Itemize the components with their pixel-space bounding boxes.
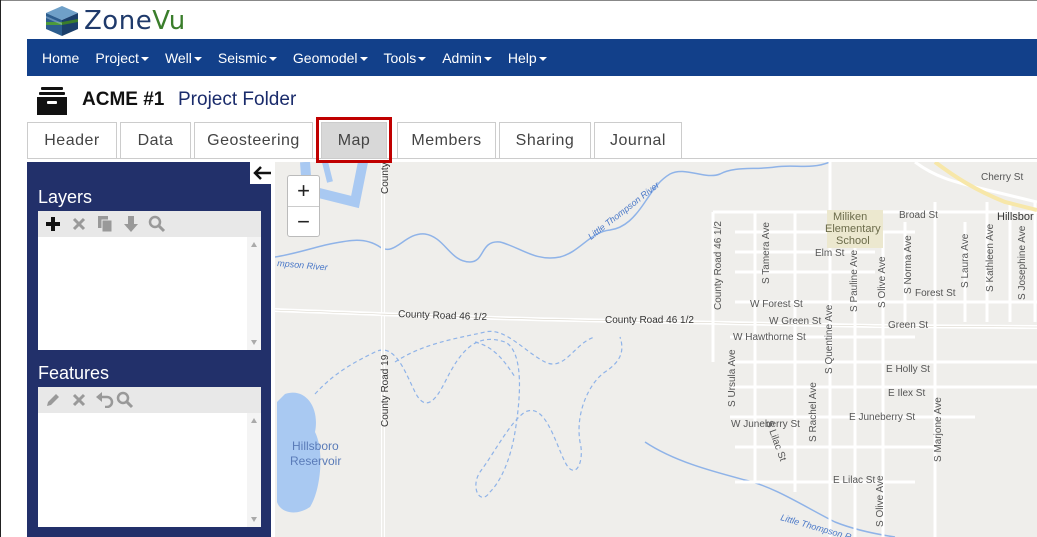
label-street: S Laura Ave	[960, 233, 971, 288]
tab-header[interactable]: Header	[27, 122, 117, 158]
label-street: S Josephine Ave	[1017, 225, 1028, 300]
caret-down-icon	[140, 56, 149, 61]
left-border	[0, 0, 1, 537]
tabs-divider	[27, 158, 1037, 159]
nav-help[interactable]: Help	[500, 39, 555, 76]
label-street: S Pauline Ave	[849, 249, 860, 312]
search-layer-icon[interactable]	[146, 213, 168, 235]
caret-down-icon	[483, 56, 492, 61]
features-scrollbar[interactable]	[247, 413, 261, 527]
tab-geosteering[interactable]: Geosteering	[194, 122, 313, 158]
delete-layer-icon[interactable]	[68, 213, 90, 235]
tab-map[interactable]: Map	[316, 117, 392, 163]
map-zoom-control: + −	[287, 175, 320, 237]
nav-well[interactable]: Well	[157, 39, 210, 76]
label-street: S Kathleen Ave	[985, 223, 996, 292]
nav-project[interactable]: Project	[87, 39, 157, 76]
project-folder-icon	[37, 87, 67, 115]
features-title: Features	[38, 363, 110, 383]
app-logo[interactable]: ZoneVu	[44, 4, 186, 38]
label-county-road-46: County Road 46 1/2	[605, 315, 694, 326]
label-street: E Juneberry St	[849, 412, 915, 423]
label-street: W Forest St	[750, 299, 803, 310]
delete-feature-icon[interactable]	[68, 389, 90, 411]
label-hillsboro-reservoir: Hillsboro	[292, 439, 339, 453]
label-street: S Quentine Ave	[824, 304, 835, 374]
layers-scrollbar[interactable]	[247, 237, 261, 350]
label-county-road-19: County Road 19	[380, 354, 391, 427]
nav-home[interactable]: Home	[27, 39, 87, 76]
caret-down-icon	[538, 56, 547, 61]
caret-down-icon	[193, 56, 202, 61]
collapse-sidebar-arrow-icon[interactable]	[250, 162, 274, 184]
tab-members[interactable]: Members	[397, 122, 496, 158]
label-street: S Tamera Ave	[761, 222, 772, 284]
caret-down-icon	[359, 56, 368, 61]
label-little-thompson-river: Little Thompson River	[586, 179, 662, 241]
nav-geomodel[interactable]: Geomodel	[285, 39, 376, 76]
app-title: ZoneVu	[84, 6, 186, 36]
tab-journal[interactable]: Journal	[594, 122, 682, 158]
label-county: County	[380, 162, 391, 194]
top-border	[0, 0, 1037, 1]
label-street: Elm St	[815, 248, 845, 259]
zoom-out-button[interactable]: −	[288, 207, 319, 237]
caret-down-icon	[268, 56, 277, 61]
label-street: S Olive Ave	[875, 475, 886, 527]
label-street: E Lilac St	[833, 475, 875, 486]
zoom-in-button[interactable]: +	[288, 176, 319, 207]
add-layer-icon[interactable]	[42, 213, 64, 235]
label-street: County Road 46 1/2	[713, 221, 724, 310]
features-toolbar	[38, 387, 261, 413]
features-list[interactable]	[38, 413, 261, 527]
label-street: S Olive Ave	[877, 256, 888, 308]
label-street: S Marjone Ave	[933, 397, 944, 462]
label-street: S Norma Ave	[903, 235, 914, 294]
label-hillsboro-reservoir: Reservoir	[290, 454, 341, 468]
label-street: Broad St	[899, 210, 938, 221]
main-nav: Home Project Well Seismic Geomodel Tools…	[27, 39, 1037, 76]
label-school: Elementary	[825, 223, 881, 235]
project-subtitle: Project Folder	[178, 89, 297, 110]
layers-toolbar	[38, 211, 261, 237]
label-street: S Rachel Ave	[808, 382, 819, 442]
label-thompson-river: mpson River	[277, 258, 329, 272]
edit-feature-icon[interactable]	[42, 389, 64, 411]
label-school: School	[836, 235, 870, 247]
search-feature-icon[interactable]	[114, 389, 136, 411]
nav-tools[interactable]: Tools	[376, 39, 435, 76]
zonevu-cube-icon	[46, 6, 78, 36]
map-canvas[interactable]: County Road 46 1/2 County Road 46 1/2 Co…	[275, 162, 1037, 537]
label-county-road-46: County Road 46 1/2	[398, 309, 488, 323]
copy-layer-icon[interactable]	[94, 213, 116, 235]
label-street: S Ursula Ave	[727, 349, 738, 407]
label-street: W Green St	[769, 316, 821, 327]
tab-data[interactable]: Data	[120, 122, 191, 158]
download-layer-icon[interactable]	[120, 213, 142, 235]
layers-list[interactable]	[38, 237, 261, 350]
nav-seismic[interactable]: Seismic	[210, 39, 285, 76]
undo-feature-icon[interactable]	[94, 389, 116, 411]
map-sidebar: Layers Features	[27, 162, 271, 537]
project-name: ACME #1	[82, 89, 165, 110]
layers-title: Layers	[38, 187, 93, 207]
tab-sharing[interactable]: Sharing	[499, 122, 591, 158]
label-street: Cherry St	[981, 172, 1023, 183]
label-street: E Holly St	[886, 364, 930, 375]
label-street: E Ilex St	[888, 388, 925, 399]
label-street: Green St	[888, 320, 928, 331]
caret-down-icon	[418, 56, 427, 61]
nav-admin[interactable]: Admin	[434, 39, 500, 76]
project-tabs: Header Data Geosteering Map Members Shar…	[27, 117, 685, 163]
label-town: Hillsbor	[997, 211, 1034, 223]
map-tiles: County Road 46 1/2 County Road 46 1/2 Co…	[275, 162, 1037, 537]
label-street: W Hawthorne St	[733, 332, 806, 343]
label-school: Miliken	[833, 211, 867, 223]
label-street: Forest St	[915, 288, 956, 299]
